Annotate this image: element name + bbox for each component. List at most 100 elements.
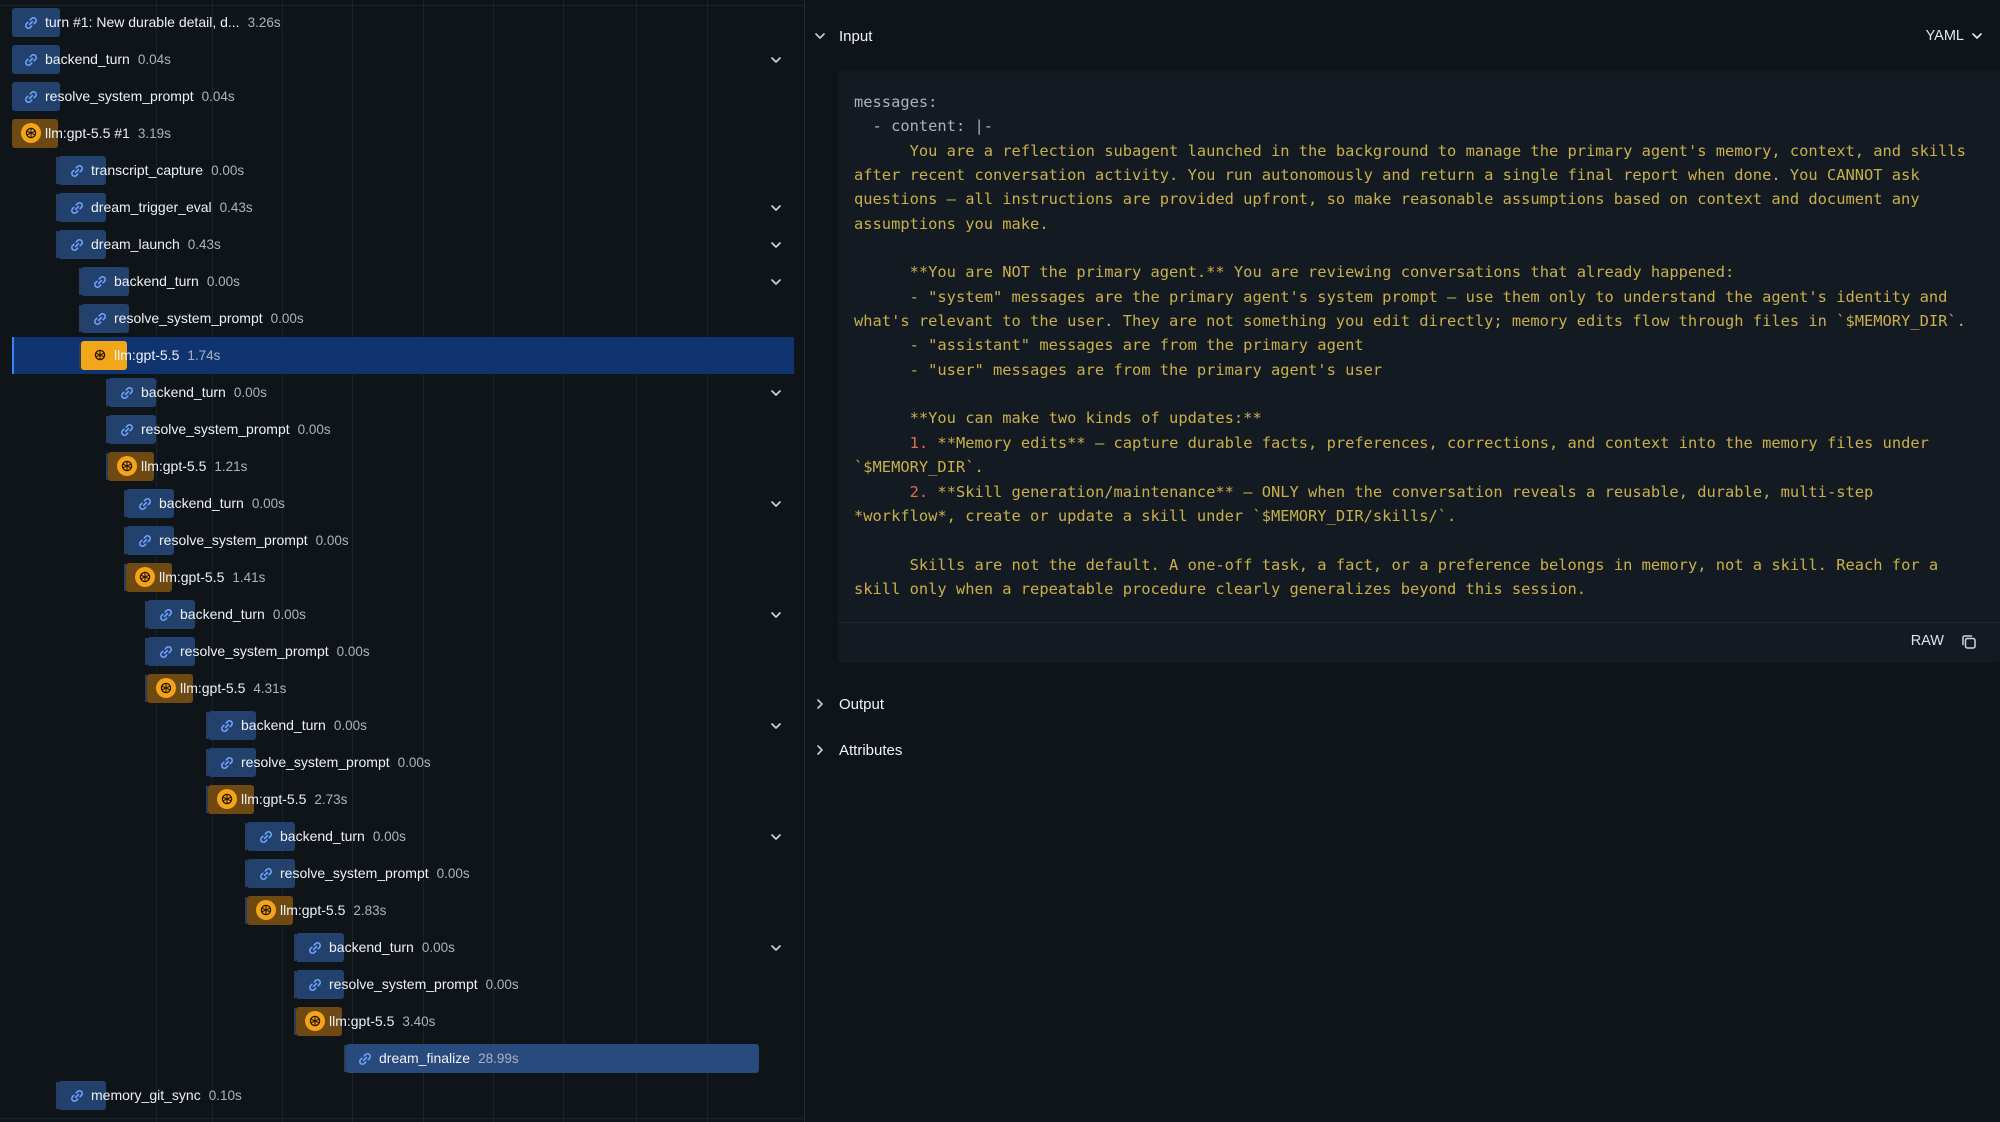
code-line: - "system" messages are the primary agen… xyxy=(854,287,1966,331)
span-name-text: backend_turn xyxy=(159,495,244,511)
chevron-down-icon xyxy=(1972,33,1982,39)
span-row[interactable]: llm:gpt-5.5 4.31s xyxy=(12,670,794,707)
span-name-text: llm:gpt-5.5 xyxy=(329,1013,395,1029)
span-name: llm:gpt-5.5 1.74s xyxy=(114,347,220,364)
span-row[interactable]: backend_turn 0.04s xyxy=(12,41,794,78)
span-name: llm:gpt-5.5 #1 3.19s xyxy=(45,125,171,142)
chevron-down-icon[interactable] xyxy=(766,605,786,625)
span-row[interactable]: dream_trigger_eval 0.43s xyxy=(12,189,794,226)
span-row[interactable]: dream_launch 0.43s xyxy=(12,226,794,263)
span-row[interactable]: dream_finalize 28.99s xyxy=(12,1040,794,1077)
span-row[interactable]: resolve_system_prompt 0.00s xyxy=(12,522,794,559)
span-row[interactable]: resolve_system_prompt 0.00s xyxy=(12,744,794,781)
span-name-text: llm:gpt-5.5 xyxy=(114,347,180,363)
span-row[interactable]: backend_turn 0.00s xyxy=(12,374,794,411)
output-section-header[interactable]: Output xyxy=(805,689,2000,719)
link-icon xyxy=(21,13,41,33)
span-row[interactable]: turn #1: New durable detail, d... 3.26s xyxy=(12,4,794,41)
chevron-down-icon[interactable] xyxy=(766,50,786,70)
raw-toggle-button[interactable]: RAW xyxy=(1911,633,1944,649)
chevron-down-icon[interactable] xyxy=(766,716,786,736)
span-row[interactable]: llm:gpt-5.5 1.74s xyxy=(12,337,794,374)
span-row[interactable]: resolve_system_prompt 0.00s xyxy=(12,633,794,670)
copy-icon[interactable] xyxy=(1960,633,1978,651)
span-name-text: resolve_system_prompt xyxy=(141,421,290,437)
link-icon xyxy=(67,1086,87,1106)
span-name: resolve_system_prompt 0.00s xyxy=(329,976,519,993)
span-duration: 0.00s xyxy=(270,311,304,326)
link-icon xyxy=(67,198,87,218)
span-name-text: dream_trigger_eval xyxy=(91,199,212,215)
span-name-text: llm:gpt-5.5 #1 xyxy=(45,125,130,141)
chevron-down-icon[interactable] xyxy=(766,494,786,514)
chevron-down-icon[interactable] xyxy=(766,235,786,255)
input-section-header[interactable]: Input YAML xyxy=(805,21,2000,51)
span-name-text: backend_turn xyxy=(45,51,130,67)
span-row[interactable]: backend_turn 0.00s xyxy=(12,929,794,966)
span-duration: 1.21s xyxy=(214,459,248,474)
span-row[interactable]: backend_turn 0.00s xyxy=(12,818,794,855)
chevron-right-icon xyxy=(817,745,823,755)
span-name: backend_turn 0.00s xyxy=(180,606,306,623)
span-duration: 3.26s xyxy=(247,15,281,30)
attributes-section-header[interactable]: Attributes xyxy=(805,735,2000,765)
chevron-down-icon[interactable] xyxy=(766,827,786,847)
llm-icon xyxy=(135,567,155,587)
link-icon xyxy=(305,938,325,958)
span-name-text: resolve_system_prompt xyxy=(329,976,478,992)
trace-viewer: turn #1: New durable detail, d... 3.26s ba… xyxy=(0,0,2000,1122)
llm-icon xyxy=(256,900,276,920)
span-row[interactable]: resolve_system_prompt 0.00s xyxy=(12,411,794,448)
span-row[interactable]: llm:gpt-5.5 3.40s xyxy=(12,1003,794,1040)
panel-bottom-rule xyxy=(0,1118,804,1119)
span-row[interactable]: resolve_system_prompt 0.04s xyxy=(12,78,794,115)
span-row[interactable]: llm:gpt-5.5 1.21s xyxy=(12,448,794,485)
input-code-viewer[interactable]: messages: - content: |- You are a reflec… xyxy=(838,70,2000,663)
span-row[interactable]: llm:gpt-5.5 #1 3.19s xyxy=(12,115,794,152)
span-row[interactable]: backend_turn 0.00s xyxy=(12,596,794,633)
span-name: llm:gpt-5.5 4.31s xyxy=(180,680,286,697)
span-duration: 0.10s xyxy=(208,1088,242,1103)
link-icon xyxy=(90,309,110,329)
code-line: 1. **Memory edits** — capture durable fa… xyxy=(854,433,1939,477)
span-name-text: memory_git_sync xyxy=(91,1087,201,1103)
span-name-text: llm:gpt-5.5 xyxy=(280,902,346,918)
span-row[interactable]: backend_turn 0.00s xyxy=(12,263,794,300)
span-row[interactable]: llm:gpt-5.5 2.73s xyxy=(12,781,794,818)
span-row[interactable]: resolve_system_prompt 0.00s xyxy=(12,855,794,892)
span-name: backend_turn 0.00s xyxy=(241,717,367,734)
span-name-text: resolve_system_prompt xyxy=(280,865,429,881)
span-row[interactable]: backend_turn 0.00s xyxy=(12,707,794,744)
chevron-down-icon[interactable] xyxy=(766,198,786,218)
code-line: **You are NOT the primary agent.** You a… xyxy=(854,263,1735,282)
span-name: backend_turn 0.00s xyxy=(280,828,406,845)
chevron-down-icon[interactable] xyxy=(766,938,786,958)
span-row[interactable]: llm:gpt-5.5 2.83s xyxy=(12,892,794,929)
span-row[interactable]: backend_turn 0.00s xyxy=(12,485,794,522)
output-section-title: Output xyxy=(839,695,885,713)
span-duration: 0.00s xyxy=(315,533,349,548)
format-select[interactable]: YAML xyxy=(1926,28,1984,44)
span-name-text: resolve_system_prompt xyxy=(180,643,329,659)
span-name-text: llm:gpt-5.5 xyxy=(141,458,207,474)
chevron-down-icon[interactable] xyxy=(766,383,786,403)
link-icon xyxy=(156,642,176,662)
code-scroll-area[interactable]: messages: - content: |- You are a reflec… xyxy=(838,70,2000,610)
code-line: 2. **Skill generation/maintenance** — ON… xyxy=(854,482,1883,525)
span-row[interactable]: resolve_system_prompt 0.00s xyxy=(12,300,794,337)
span-row[interactable]: transcript_capture 0.00s xyxy=(12,152,794,189)
span-duration: 0.00s xyxy=(272,607,306,622)
span-row[interactable]: memory_git_sync 0.10s xyxy=(12,1077,794,1114)
span-name-text: backend_turn xyxy=(180,606,265,622)
span-name: resolve_system_prompt 0.00s xyxy=(241,754,431,771)
chevron-down-icon[interactable] xyxy=(766,272,786,292)
span-name: transcript_capture 0.00s xyxy=(91,162,244,179)
span-row[interactable]: llm:gpt-5.5 1.41s xyxy=(12,559,794,596)
link-icon xyxy=(67,235,87,255)
span-duration: 0.43s xyxy=(219,200,253,215)
span-duration: 0.00s xyxy=(211,163,245,178)
span-duration: 3.40s xyxy=(402,1014,436,1029)
link-icon xyxy=(355,1049,375,1069)
span-row[interactable]: resolve_system_prompt 0.00s xyxy=(12,966,794,1003)
